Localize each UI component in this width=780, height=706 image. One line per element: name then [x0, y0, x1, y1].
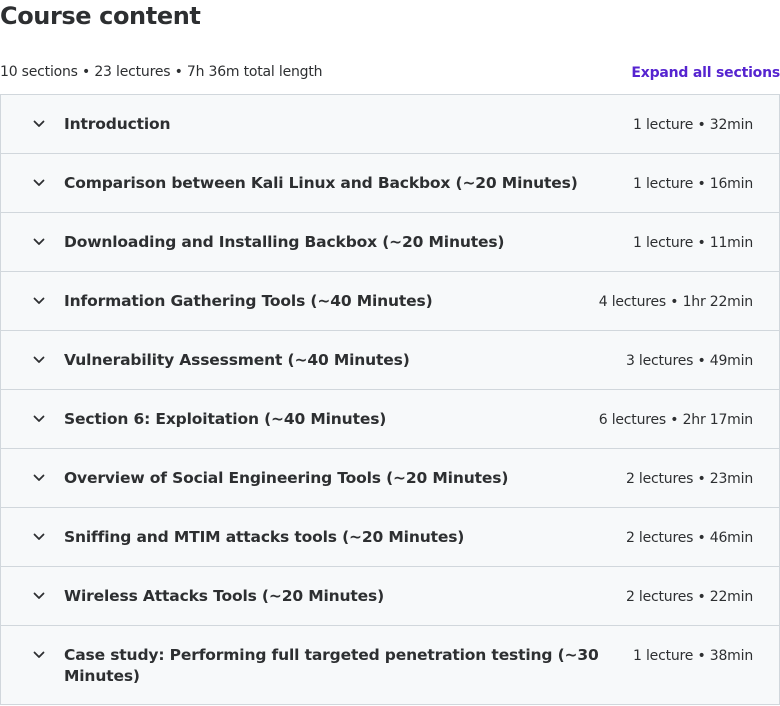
section-lecture-info: 2 lectures • 22min [625, 589, 753, 605]
section-title: Vulnerability Assessment (~40 Minutes) [64, 351, 410, 369]
section-title: Downloading and Installing Backbox (~20 … [64, 233, 505, 251]
section-item[interactable]: Overview of Social Engineering Tools (~2… [1, 449, 779, 508]
section-item[interactable]: Comparison between Kali Linux and Backbo… [1, 154, 779, 213]
section-item[interactable]: Wireless Attacks Tools (~20 Minutes) 2 l… [1, 567, 779, 626]
section-lecture-info: 1 lecture • 32min [633, 117, 753, 133]
chevron-down-icon [33, 651, 45, 658]
chevron-down-icon [33, 592, 45, 599]
section-title: Information Gathering Tools (~40 Minutes… [64, 292, 433, 310]
section-title: Introduction [64, 115, 171, 133]
section-title: Section 6: Exploitation (~40 Minutes) [64, 410, 387, 428]
chevron-down-icon [33, 356, 45, 363]
chevron-down-icon [33, 120, 45, 127]
section-item[interactable]: Sniffing and MTIM attacks tools (~20 Min… [1, 508, 779, 567]
section-item[interactable]: Case study: Performing full targeted pen… [1, 626, 779, 705]
section-title: Comparison between Kali Linux and Backbo… [64, 174, 578, 192]
section-item[interactable]: Downloading and Installing Backbox (~20 … [1, 213, 779, 272]
section-lecture-info: 6 lectures • 2hr 17min [598, 412, 753, 428]
section-item[interactable]: Information Gathering Tools (~40 Minutes… [1, 272, 779, 331]
section-lecture-info: 1 lecture • 38min [633, 648, 753, 664]
page-title: Course content [0, 2, 201, 30]
chevron-down-icon [33, 533, 45, 540]
section-item[interactable]: Vulnerability Assessment (~40 Minutes) 3… [1, 331, 779, 390]
section-lecture-info: 1 lecture • 11min [633, 235, 753, 251]
course-summary-row: 10 sections • 23 lectures • 7h 36m total… [0, 62, 780, 82]
section-lecture-info: 1 lecture • 16min [633, 176, 753, 192]
section-list: Introduction 1 lecture • 32min Compariso… [0, 94, 780, 705]
section-lecture-info: 4 lectures • 1hr 22min [598, 294, 753, 310]
section-title: Case study: Performing full targeted pen… [64, 646, 599, 685]
section-item[interactable]: Introduction 1 lecture • 32min [1, 95, 779, 154]
expand-all-sections-button[interactable]: Expand all sections [631, 63, 780, 83]
section-lecture-info: 2 lectures • 46min [625, 530, 753, 546]
section-title: Wireless Attacks Tools (~20 Minutes) [64, 587, 385, 605]
chevron-down-icon [33, 179, 45, 186]
section-title: Overview of Social Engineering Tools (~2… [64, 469, 509, 487]
chevron-down-icon [33, 297, 45, 304]
chevron-down-icon [33, 238, 45, 245]
chevron-down-icon [33, 415, 45, 422]
section-lecture-info: 3 lectures • 49min [625, 353, 753, 369]
chevron-down-icon [33, 474, 45, 481]
section-item[interactable]: Section 6: Exploitation (~40 Minutes) 6 … [1, 390, 779, 449]
section-title: Sniffing and MTIM attacks tools (~20 Min… [64, 528, 465, 546]
section-lecture-info: 2 lectures • 23min [625, 471, 753, 487]
course-summary: 10 sections • 23 lectures • 7h 36m total… [0, 64, 323, 80]
